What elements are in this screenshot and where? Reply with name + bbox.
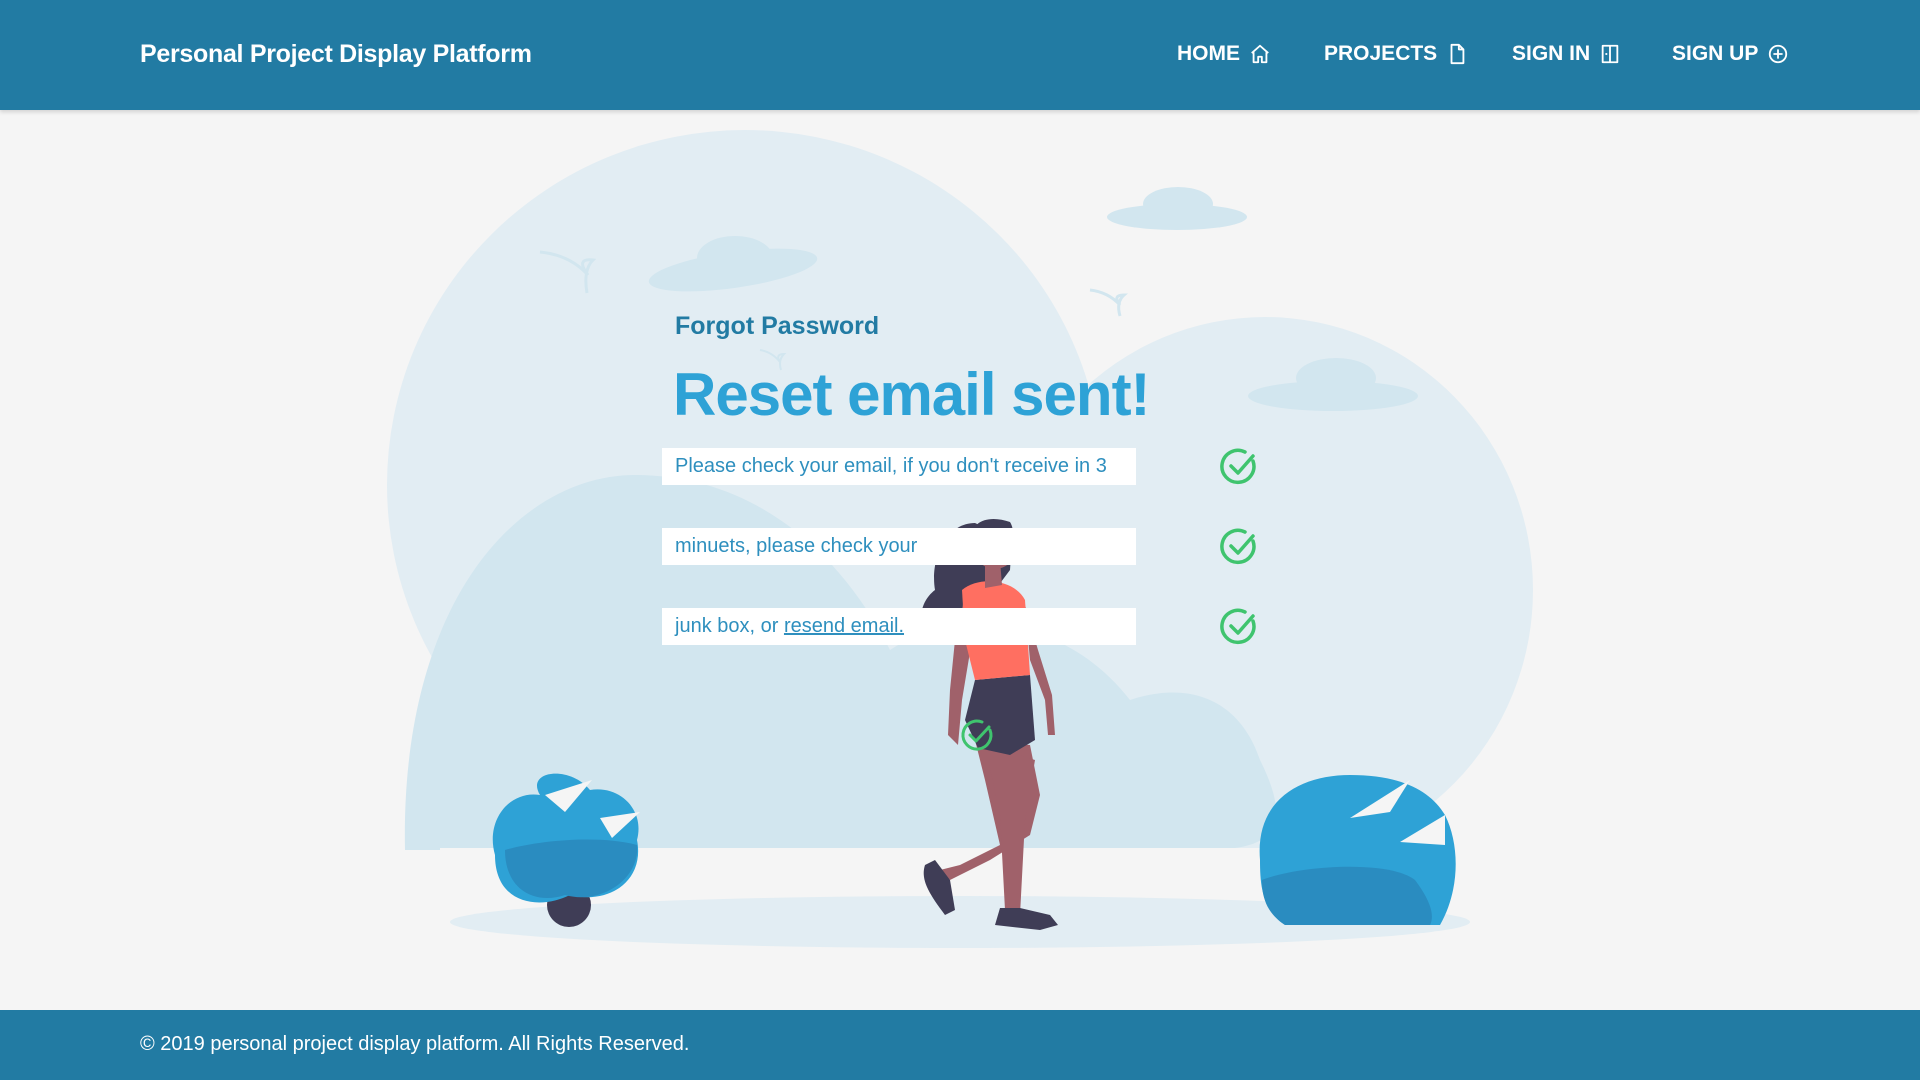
page-title: Reset email sent! <box>673 361 1151 428</box>
resend-email-link[interactable]: resend email. <box>784 615 904 637</box>
copyright-text: © 2019 personal project display platform… <box>140 1033 690 1055</box>
message-line-2: minuets, please check your <box>662 528 1136 565</box>
message-line-2-text: minuets, please check your <box>675 535 918 557</box>
message-line-1: Please check your email, if you don't re… <box>662 448 1136 485</box>
page-subtitle: Forgot Password <box>675 312 880 340</box>
check-circle-icon <box>1220 448 1258 486</box>
message-line-3: junk box, or resend email. <box>662 608 1136 645</box>
check-circle-icon <box>1220 608 1258 646</box>
message-line-3-text: junk box, or <box>675 615 784 637</box>
message-line-1-text: Please check your email, if you don't re… <box>675 455 1107 477</box>
check-circle-icon <box>1220 528 1258 566</box>
